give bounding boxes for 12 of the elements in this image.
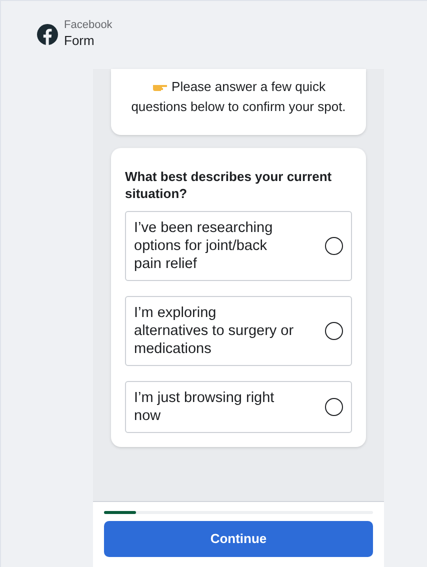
answer-option[interactable]: I’m just browsing right now xyxy=(125,381,352,433)
answer-option[interactable]: I’ve been researching options for joint/back pain relief xyxy=(125,211,352,281)
intro-text: Please answer a few quick questions below to confirm your spot. xyxy=(130,78,347,116)
radio-button[interactable] xyxy=(325,398,343,416)
facebook-logo-icon xyxy=(37,24,58,44)
answer-option[interactable]: I’m exploring alternatives to surgery or medications xyxy=(125,296,352,366)
question-text: What best describes your current situation? xyxy=(125,168,333,202)
radio-button[interactable] xyxy=(325,237,343,255)
continue-button[interactable]: Continue xyxy=(104,521,373,557)
radio-button[interactable] xyxy=(325,322,343,340)
brand-label: Facebook xyxy=(64,19,112,33)
form-title: Form xyxy=(64,32,96,49)
